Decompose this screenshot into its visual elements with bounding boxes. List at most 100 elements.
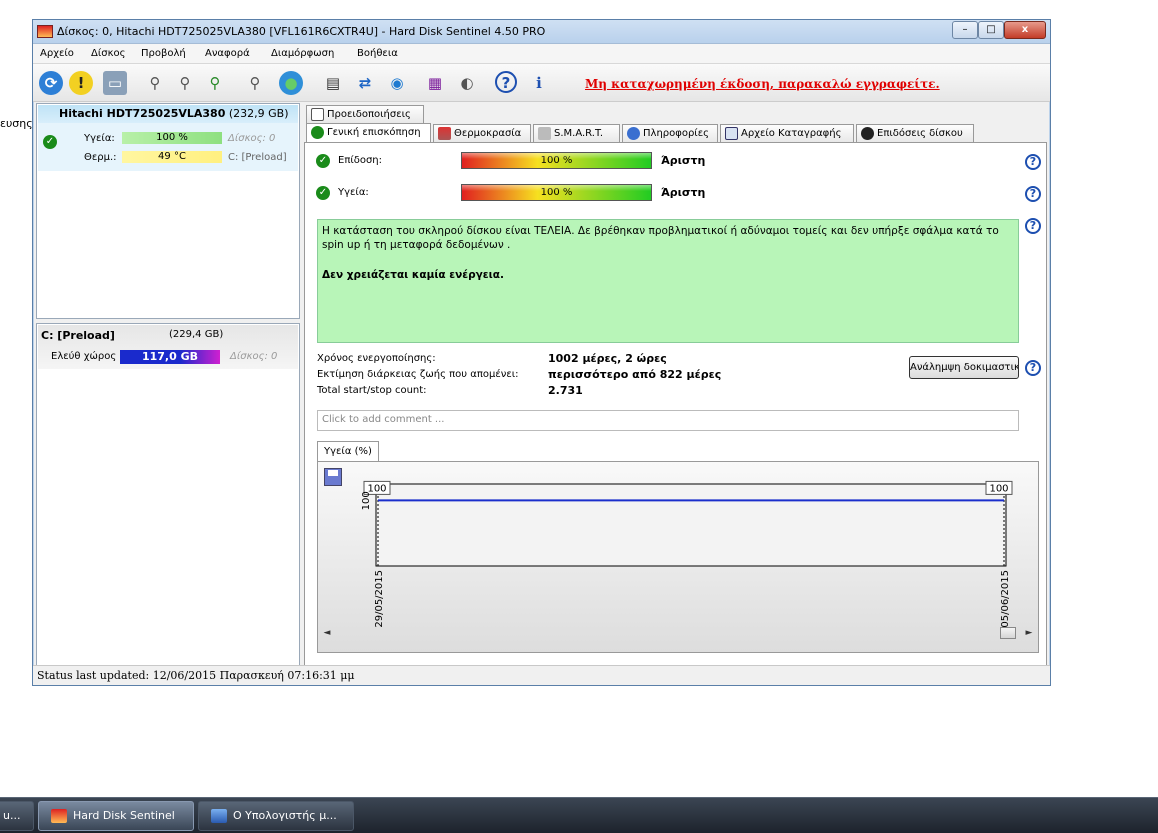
lifetime-label: Εκτίμηση διάρκειας ζωής που απομένει: [317,369,519,380]
chart-x-tick-label: 29/05/2015 [374,570,385,628]
test-button[interactable]: Ανάλημψη δοκιμαστικού [909,356,1019,379]
usb-disk-icon-3[interactable]: ⚲ [203,71,227,95]
partition-entry[interactable]: C: [Preload] (229,4 GB) Ελεύθ χώρος 117,… [38,325,298,369]
free-space-label: Ελεύθ χώρος [51,351,117,362]
usb-disk-icon-1[interactable]: ⚲ [143,71,167,95]
disk-health-bar: 100 % [122,132,222,144]
taskbar-item-computer[interactable]: Ο Υπολογιστής μ... [198,801,354,831]
tab-warnings[interactable]: Προειδοποιήσεις [306,105,424,123]
log-icon [725,127,738,140]
menu-view[interactable]: Προβολή [141,48,186,59]
partition-size: (229,4 GB) [169,329,224,340]
tab-temperature-label: Θερμοκρασία [454,128,522,139]
chart-icon[interactable]: ▦ [423,71,447,95]
power-on-label: Χρόνος ενεργοποίησης: [317,353,436,364]
health-rating: Άριστη [661,186,706,199]
scroll-thumb[interactable] [1000,627,1016,639]
disk-number-label: Δίσκος: 0 [228,133,276,144]
disk-partition-ref: C: [Preload] [228,152,287,163]
help-icon[interactable]: ? [1025,186,1041,202]
tab-performance[interactable]: Επιδόσεις δίσκου [856,124,974,142]
startstop-value: 2.731 [548,384,583,397]
tab-smart-label: S.M.A.R.T. [554,128,604,139]
disk-size: (232,9 GB) [228,107,289,120]
chart-x-tick-label: 05/06/2015 [1000,570,1011,628]
tab-overview-label: Γενική επισκόπηση [327,127,421,138]
help-icon[interactable]: ? [1025,360,1041,376]
overview-content: ✓ Επίδοση: 100 % Άριστη ? ✓ Υγεία: 100 %… [304,142,1047,672]
lifetime-value: περισσότερο από 822 μέρες [548,368,722,381]
status-bar: Status last updated: 12/06/2015 Παρασκευ… [33,665,1050,685]
speaker-icon[interactable]: ◐ [455,71,479,95]
tab-temperature[interactable]: Θερμοκρασία [433,124,531,142]
taskbar-item-hdsentinel[interactable]: Hard Disk Sentinel [38,801,194,831]
network-icon[interactable]: ◉ [385,71,409,95]
maximize-button[interactable]: □ [978,21,1004,39]
help-icon[interactable]: ? [495,71,517,93]
taskbar-item-other[interactable]: u... [0,801,34,831]
warning-icon[interactable]: ! [69,71,93,95]
menu-report[interactable]: Αναφορά [205,48,250,59]
globe-icon[interactable]: ● [279,71,303,95]
help-icon[interactable]: ? [1025,218,1041,234]
menu-file[interactable]: Αρχείο [40,48,74,59]
menu-configuration[interactable]: Διαμόρφωση [271,48,334,59]
computer-icon [211,809,227,823]
window-title: Δίσκος: 0, Hitachi HDT725025VLA380 [VFL1… [57,25,546,38]
chart-point-label: 100 [989,483,1008,494]
usb-disk-icon-4[interactable]: ⚲ [243,71,267,95]
scroll-right-arrow[interactable]: ► [1022,626,1036,640]
status-text: Η κατάσταση του σκληρού δίσκου είναι ΤΕΛ… [322,225,999,251]
check-icon: ✓ [43,135,57,149]
close-button[interactable]: x [1004,21,1046,39]
partition-disk-label: Δίσκος: 0 [230,351,278,362]
disk-header[interactable]: Hitachi HDT725025VLA380 (232,9 GB) [38,105,298,123]
toolbar: ⟳ ! ▭ ⚲ ⚲ ⚲ ⚲ ● ▤ ⇄ ◉ ▦ ◐ ? ℹ Μη καταχωρ… [33,64,1050,102]
comment-input[interactable]: Click to add comment ... [317,410,1019,431]
menu-disk[interactable]: Δίσκος [91,48,125,59]
check-icon [311,126,324,139]
disk-icon[interactable]: ▭ [103,71,127,95]
document-icon[interactable]: ▤ [321,71,345,95]
performance-label: Επίδοση: [338,155,383,166]
usb-disk-icon-2[interactable]: ⚲ [173,71,197,95]
gauge-icon [861,127,874,140]
sync-icon[interactable]: ⇄ [353,71,377,95]
smart-icon [538,127,551,140]
chart-scrollbar[interactable]: ◄ ► [320,626,1038,640]
tab-log[interactable]: Αρχείο Καταγραφής [720,124,854,142]
tab-warnings-label: Προειδοποιήσεις [327,109,411,120]
register-link[interactable]: Μη καταχωρημένη έκδοση, παρακαλώ εγγραφε… [585,77,940,91]
health-chart: 100 10010029/05/2015 05/06/2015 [361,480,1013,628]
app-logo-icon [37,25,53,38]
menu-help[interactable]: Βοήθεια [357,48,398,59]
taskbar: u... Hard Disk Sentinel Ο Υπολογιστής μ.… [0,797,1158,833]
status-description: Η κατάσταση του σκληρού δίσκου είναι ΤΕΛ… [317,219,1019,343]
chart-y-tick-label: 100 [361,491,372,510]
disk-summary[interactable]: ✓ Υγεία: 100 % Δίσκος: 0 Θερμ.: 49 °C C:… [38,123,298,171]
info-icon[interactable]: ℹ [527,71,551,95]
partition-name: C: [Preload] [41,329,115,342]
document-icon [311,108,324,121]
tab-health-chart[interactable]: Υγεία (%) [317,441,379,461]
health-bar: 100 % [461,184,652,201]
disk-name: Hitachi HDT725025VLA380 [59,107,226,120]
tab-log-label: Αρχείο Καταγραφής [741,128,842,139]
minimize-button[interactable]: – [952,21,978,39]
title-bar[interactable]: Δίσκος: 0, Hitachi HDT725025VLA380 [VFL1… [33,20,1050,44]
health-chart-panel: 100 100 100 29/05/2015 05/06/2015 ◄ ► [317,461,1039,653]
menu-bar: Αρχείο Δίσκος Προβολή Αναφορά Διαμόρφωση… [33,44,1050,64]
chart-plot-area [375,483,1007,567]
scroll-left-arrow[interactable]: ◄ [320,626,334,640]
tab-smart[interactable]: S.M.A.R.T. [533,124,620,142]
tab-overview[interactable]: Γενική επισκόπηση [306,123,431,143]
tab-performance-label: Επιδόσεις δίσκου [877,128,963,139]
health-label: Υγεία: [338,187,369,198]
disk-health-label: Υγεία: [84,133,115,144]
app-window: Δίσκος: 0, Hitachi HDT725025VLA380 [VFL1… [32,19,1051,686]
check-icon: ✓ [316,154,330,168]
tab-information[interactable]: Πληροφορίες [622,124,718,142]
refresh-icon[interactable]: ⟳ [39,71,63,95]
help-icon[interactable]: ? [1025,154,1041,170]
desktop-background-text: ευσης [0,117,33,130]
